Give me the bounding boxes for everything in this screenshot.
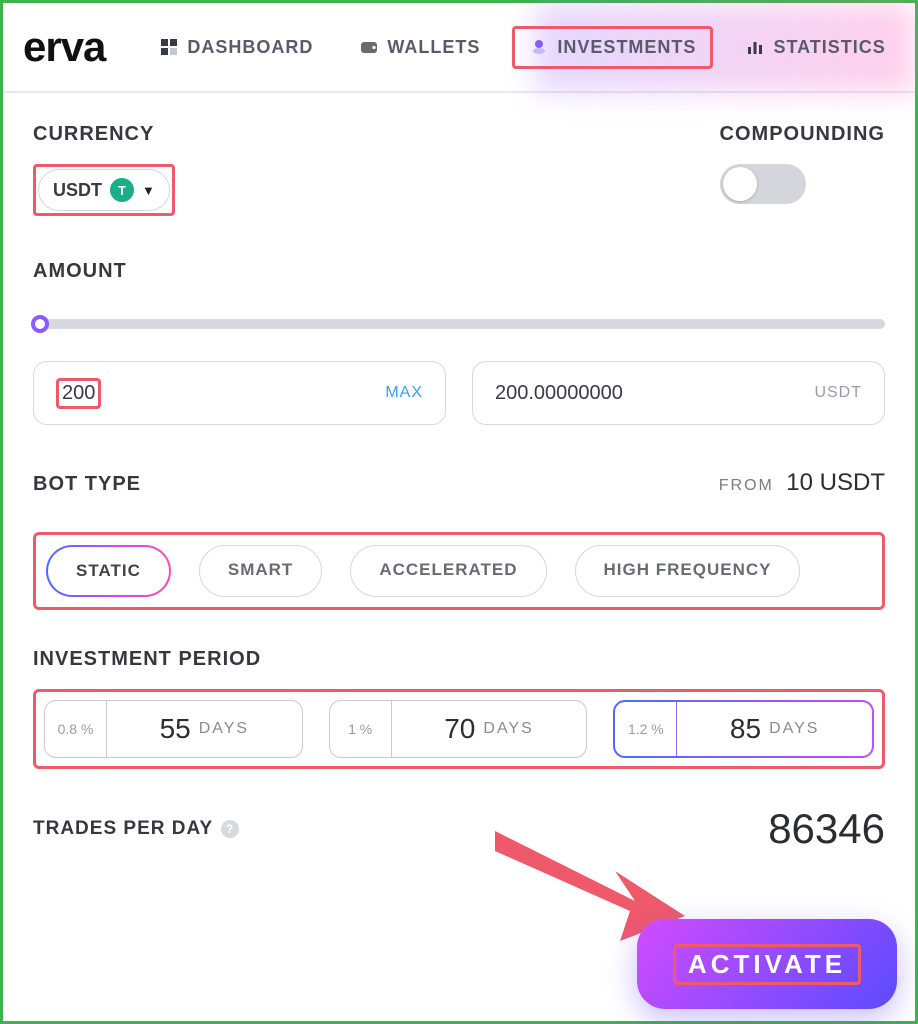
bot-type-section: BOT TYPE FROM 10 USDT STATIC SMART ACCEL… [33,469,885,610]
amount-slider[interactable] [33,319,885,329]
trades-per-day-value: 86346 [768,805,885,853]
period-option-85[interactable]: 1.2 % 85 DAYS [613,700,874,758]
period-options-highlight: 0.8 % 55 DAYS 1 % 70 DAYS 1.2 % 85 DAYS [33,689,885,769]
amount-label: AMOUNT [33,260,885,283]
nav-label: DASHBOARD [187,37,313,58]
compounding-label: COMPOUNDING [720,123,885,146]
activate-label-highlight: ACTIVATE [673,944,861,985]
nav-dashboard[interactable]: DASHBOARD [145,29,327,66]
activate-label: ACTIVATE [688,949,846,979]
amount-display-suffix: USDT [814,384,862,402]
bot-options-highlight: STATIC SMART ACCELERATED HIGH FREQUENCY [33,532,885,610]
bot-option-accelerated[interactable]: ACCELERATED [350,545,546,597]
period-pct: 1.2 % [615,702,677,756]
period-days-unit: DAYS [483,720,533,738]
nav-label: STATISTICS [773,37,885,58]
compounding-toggle[interactable] [720,164,806,204]
trades-per-day-label: TRADES PER DAY ? [33,818,239,840]
logo: erva [23,23,105,71]
trades-section: TRADES PER DAY ? 86346 [33,805,885,853]
currency-value: USDT [53,180,102,201]
nav-statistics[interactable]: STATISTICS [731,29,899,66]
currency-select[interactable]: USDT T ▼ [38,169,170,211]
currency-section: CURRENCY USDT T ▼ [33,123,175,216]
period-days-value: 55 [160,713,191,745]
period-pct: 0.8 % [45,701,107,757]
from-value: 10 USDT [786,469,885,496]
trades-label-text: TRADES PER DAY [33,818,213,840]
wallet-icon [359,37,379,57]
bot-from: FROM 10 USDT [719,469,885,497]
amount-display-value: 200.00000000 [495,382,623,405]
bot-options: STATIC SMART ACCELERATED HIGH FREQUENCY [46,545,872,597]
max-button[interactable]: MAX [385,384,423,402]
usdt-icon: T [110,178,134,202]
bot-option-static[interactable]: STATIC [46,545,171,597]
nav-investments[interactable]: INVESTMENTS [512,26,713,69]
bot-option-smart[interactable]: SMART [199,545,322,597]
amount-value-highlight: 200 [56,378,101,409]
period-days-value: 85 [730,713,761,745]
period-pct: 1 % [330,701,392,757]
from-label: FROM [719,477,774,494]
activate-button[interactable]: ACTIVATE [637,919,897,1009]
bot-type-label: BOT TYPE [33,473,141,496]
nav-label: INVESTMENTS [557,37,696,58]
top-nav: erva DASHBOARD WALLETS INVESTMENTS STATI… [3,3,915,93]
dashboard-icon [159,37,179,57]
period-days-unit: DAYS [199,720,249,738]
main-content: CURRENCY USDT T ▼ COMPOUNDING AMOUNT [3,93,915,853]
currency-label: CURRENCY [33,123,175,146]
amount-section: AMOUNT 200 MAX 200.00000000 USDT [33,260,885,425]
bot-option-high-frequency[interactable]: HIGH FREQUENCY [575,545,801,597]
investment-period-section: INVESTMENT PERIOD 0.8 % 55 DAYS 1 % 70 D… [33,648,885,769]
amount-input[interactable]: 200 MAX [33,361,446,425]
period-option-70[interactable]: 1 % 70 DAYS [329,700,588,758]
slider-thumb[interactable] [31,315,49,333]
chevron-down-icon: ▼ [142,183,155,198]
investments-icon [529,37,549,57]
amount-value: 200 [62,382,95,404]
currency-highlight: USDT T ▼ [33,164,175,216]
period-days-value: 70 [444,713,475,745]
period-days-unit: DAYS [769,720,819,738]
compounding-section: COMPOUNDING [720,123,885,204]
period-label: INVESTMENT PERIOD [33,648,885,671]
period-option-55[interactable]: 0.8 % 55 DAYS [44,700,303,758]
help-icon[interactable]: ? [221,820,239,838]
toggle-knob [723,167,757,201]
amount-display: 200.00000000 USDT [472,361,885,425]
nav-wallets[interactable]: WALLETS [345,29,494,66]
nav-label: WALLETS [387,37,480,58]
statistics-icon [745,37,765,57]
nav-links: DASHBOARD WALLETS INVESTMENTS STATISTICS [145,26,899,69]
